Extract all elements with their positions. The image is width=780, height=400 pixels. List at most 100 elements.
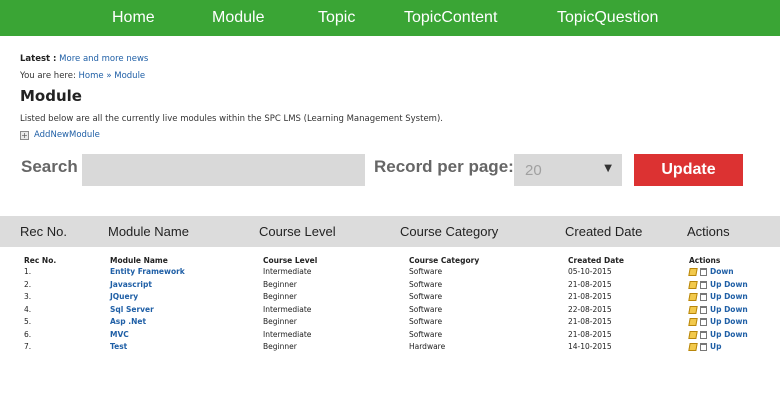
course-category: Software [409, 304, 443, 314]
breadcrumb-current[interactable]: Module [114, 71, 145, 81]
rec-no: 6. [24, 329, 32, 339]
delete-icon[interactable] [700, 330, 707, 339]
created-date: 05-10-2015 [568, 267, 612, 276]
add-new-module[interactable]: + AddNewModule [20, 130, 100, 140]
delete-icon[interactable] [700, 280, 707, 289]
page-title: Module [20, 87, 82, 105]
table-row: 3. JQuery Beginner Software 21-08-2015 U… [0, 291, 780, 303]
module-name-link[interactable]: Test [110, 341, 127, 353]
course-level: Beginner [263, 279, 297, 289]
course-level: Beginner [263, 317, 297, 326]
grid-header-created-date[interactable]: Created Date [565, 216, 642, 247]
edit-icon[interactable] [688, 280, 698, 289]
course-category: Software [409, 292, 443, 301]
created-date: 21-08-2015 [568, 317, 612, 326]
module-name-link[interactable]: Javascript [110, 279, 152, 291]
top-nav: Home Module Topic TopicContent TopicQues… [0, 0, 780, 36]
course-category: Hardware [409, 342, 446, 351]
edit-icon[interactable] [688, 268, 698, 276]
grid-header-course-level[interactable]: Course Level [259, 216, 336, 247]
rec-no: 3. [24, 292, 32, 301]
rec-no: 4. [24, 304, 32, 314]
breadcrumb: You are here: Home » Module [20, 71, 145, 81]
course-level: Intermediate [263, 304, 312, 314]
table-row: 1. Entity Framework Intermediate Softwar… [0, 266, 780, 278]
rec-no: 1. [24, 267, 32, 276]
records-per-page-select[interactable]: 20 ▼ [514, 154, 622, 186]
row-actions: Up Down [688, 279, 748, 291]
course-level: Intermediate [263, 329, 312, 339]
created-date: 22-08-2015 [568, 304, 612, 314]
module-name-link[interactable]: MVC [110, 329, 129, 341]
records-per-page-label: Record per page: [374, 157, 514, 176]
latest-label: Latest : [20, 54, 57, 64]
edit-icon[interactable] [688, 343, 698, 351]
course-level: Beginner [263, 342, 297, 351]
table-row: 6. MVC Intermediate Software 21-08-2015 … [0, 329, 780, 341]
breadcrumb-prefix: You are here: [20, 71, 76, 81]
latest-news: Latest : More and more news [20, 54, 148, 64]
row-actions: Up Down [688, 304, 748, 316]
created-date: 21-08-2015 [568, 279, 612, 289]
move-link[interactable]: Up Down [710, 329, 748, 341]
grid-header-rec-no[interactable]: Rec No. [20, 216, 67, 247]
nav-topic[interactable]: Topic [318, 0, 355, 36]
module-name-link[interactable]: Sql Server [110, 304, 154, 316]
delete-icon[interactable] [700, 318, 707, 326]
rec-no: 7. [24, 342, 32, 351]
course-category: Software [409, 279, 443, 289]
grid-header-module-name[interactable]: Module Name [108, 216, 189, 247]
edit-icon[interactable] [688, 318, 698, 326]
course-level: Intermediate [263, 267, 312, 276]
created-date: 14-10-2015 [568, 342, 612, 351]
nav-topic-content[interactable]: TopicContent [404, 0, 497, 36]
page-description: Listed below are all the currently live … [20, 114, 443, 124]
module-name-link[interactable]: Asp .Net [110, 316, 146, 328]
move-link[interactable]: Up [710, 341, 721, 353]
grid-header-course-category[interactable]: Course Category [400, 216, 498, 247]
course-category: Software [409, 329, 443, 339]
created-date: 21-08-2015 [568, 292, 612, 301]
breadcrumb-home[interactable]: Home [79, 71, 104, 81]
edit-icon[interactable] [688, 293, 698, 301]
table-row: 5. Asp .Net Beginner Software 21-08-2015… [0, 316, 780, 328]
plus-icon: + [20, 130, 29, 140]
rec-no: 2. [24, 279, 32, 289]
rec-no: 5. [24, 317, 32, 326]
row-actions: Up [688, 341, 721, 353]
row-actions: Down [688, 266, 734, 278]
breadcrumb-sep: » [106, 71, 112, 81]
update-button[interactable]: Update [634, 154, 743, 186]
move-link[interactable]: Up Down [710, 291, 748, 303]
search-label: Search [21, 157, 78, 176]
course-level: Beginner [263, 292, 297, 301]
edit-icon[interactable] [688, 305, 698, 314]
search-input[interactable] [82, 154, 365, 186]
move-link[interactable]: Up Down [710, 279, 748, 291]
grid-header: Rec No. Module Name Course Level Course … [0, 216, 780, 247]
nav-home[interactable]: Home [112, 0, 155, 36]
delete-icon[interactable] [700, 293, 707, 301]
move-link[interactable]: Up Down [710, 316, 748, 328]
latest-news-link[interactable]: More and more news [59, 54, 148, 64]
records-per-page-value: 20 [525, 162, 542, 179]
edit-icon[interactable] [688, 330, 698, 339]
move-link[interactable]: Down [710, 266, 734, 278]
move-link[interactable]: Up Down [710, 304, 748, 316]
row-actions: Up Down [688, 291, 748, 303]
table-row: 4. Sql Server Intermediate Software 22-0… [0, 304, 780, 316]
add-new-module-label[interactable]: AddNewModule [34, 130, 100, 140]
delete-icon[interactable] [700, 268, 707, 276]
nav-module[interactable]: Module [212, 0, 264, 36]
module-name-link[interactable]: Entity Framework [110, 266, 185, 278]
grid-header-actions: Actions [687, 224, 730, 239]
table-row: 2. Javascript Beginner Software 21-08-20… [0, 279, 780, 291]
table-row: 7. Test Beginner Hardware 14-10-2015 Up [0, 341, 780, 353]
nav-topic-question[interactable]: TopicQuestion [557, 0, 658, 36]
module-name-link[interactable]: JQuery [110, 291, 138, 303]
delete-icon[interactable] [700, 305, 707, 314]
caret-down-icon: ▼ [604, 163, 612, 174]
row-actions: Up Down [688, 329, 748, 341]
delete-icon[interactable] [700, 343, 707, 351]
row-actions: Up Down [688, 316, 748, 328]
